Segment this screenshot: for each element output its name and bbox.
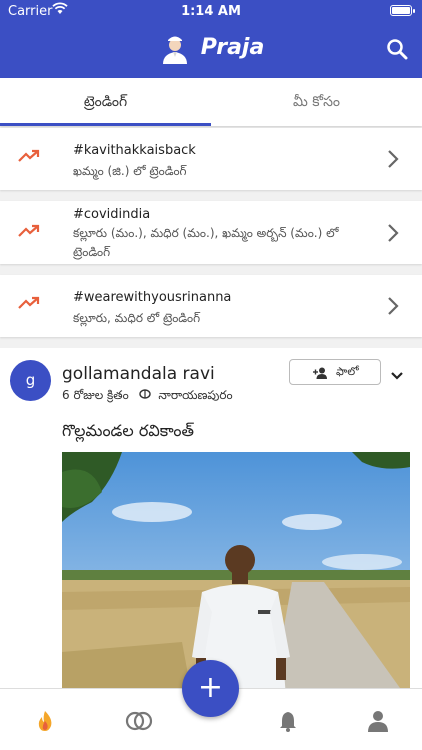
clock: 1:14 AM <box>181 4 241 19</box>
post-location[interactable]: నారాయణపురం <box>158 388 232 402</box>
home-flame-icon[interactable] <box>33 709 57 733</box>
tab-for-you[interactable]: మీ కోసం <box>211 78 422 126</box>
trending-tag: #wearewithyousrinanna <box>73 290 232 305</box>
post-caption: గొల్లమండల రవికాంత్ <box>62 421 194 440</box>
trending-item[interactable]: #covidindia కల్లూరు (మం.), మధిర (మం.), ఖ… <box>0 201 422 264</box>
praja-logo-icon <box>157 30 192 64</box>
post-time: 6 రోజుల క్రితం <box>62 388 129 402</box>
search-icon[interactable] <box>386 38 408 60</box>
follow-label: ఫాలో <box>336 365 359 378</box>
trending-item[interactable]: #wearewithyousrinanna కల్లూరు, మధిర లో ట… <box>0 275 422 337</box>
app-name: Praja <box>200 34 265 60</box>
bell-icon[interactable] <box>276 709 300 733</box>
trending-tag: #kavithakkaisback <box>73 143 196 158</box>
active-tab-indicator <box>0 123 211 126</box>
brand: Praja <box>0 30 422 64</box>
plus-icon: + <box>197 670 224 705</box>
tab-trending[interactable]: ట్రెండింగ్ <box>0 78 211 126</box>
trending-up-icon <box>18 295 40 309</box>
feed-tabs: ట్రెండింగ్ మీ కోసం <box>0 78 422 126</box>
avatar[interactable]: g <box>10 360 51 401</box>
location-pin-icon <box>138 388 151 402</box>
rings-icon[interactable] <box>124 709 154 733</box>
chevron-right-icon <box>386 223 400 243</box>
add-person-icon <box>313 367 327 379</box>
app-header: Carrier 1:14 AM Praja <box>0 0 422 78</box>
post-meta: 6 రోజుల క్రితం నారాయణపురం <box>62 388 233 405</box>
trending-location: కల్లూరు (మం.), మధిర (మం.), ఖమ్మం అర్బన్ … <box>73 226 339 259</box>
trending-up-icon <box>18 223 40 237</box>
status-bar: Carrier 1:14 AM <box>0 0 422 22</box>
trending-location: కల్లూరు, మధిర లో ట్రెండింగ్ <box>73 311 201 325</box>
battery-icon <box>390 5 415 16</box>
create-post-button[interactable]: + <box>182 660 239 717</box>
chevron-right-icon <box>386 149 400 169</box>
trending-item[interactable]: #kavithakkaisback ఖమ్మం (జి.) లో ట్రెండి… <box>0 128 422 190</box>
post-author[interactable]: gollamandala ravi <box>62 364 215 384</box>
chevron-right-icon <box>386 296 400 316</box>
follow-button[interactable]: ఫాలో <box>289 359 381 385</box>
trending-up-icon <box>18 148 40 162</box>
trending-location: ఖమ్మం (జి.) లో ట్రెండింగ్ <box>73 164 187 178</box>
chevron-down-icon[interactable] <box>390 366 404 380</box>
trending-tag: #covidindia <box>73 207 151 222</box>
profile-icon[interactable] <box>366 709 390 733</box>
